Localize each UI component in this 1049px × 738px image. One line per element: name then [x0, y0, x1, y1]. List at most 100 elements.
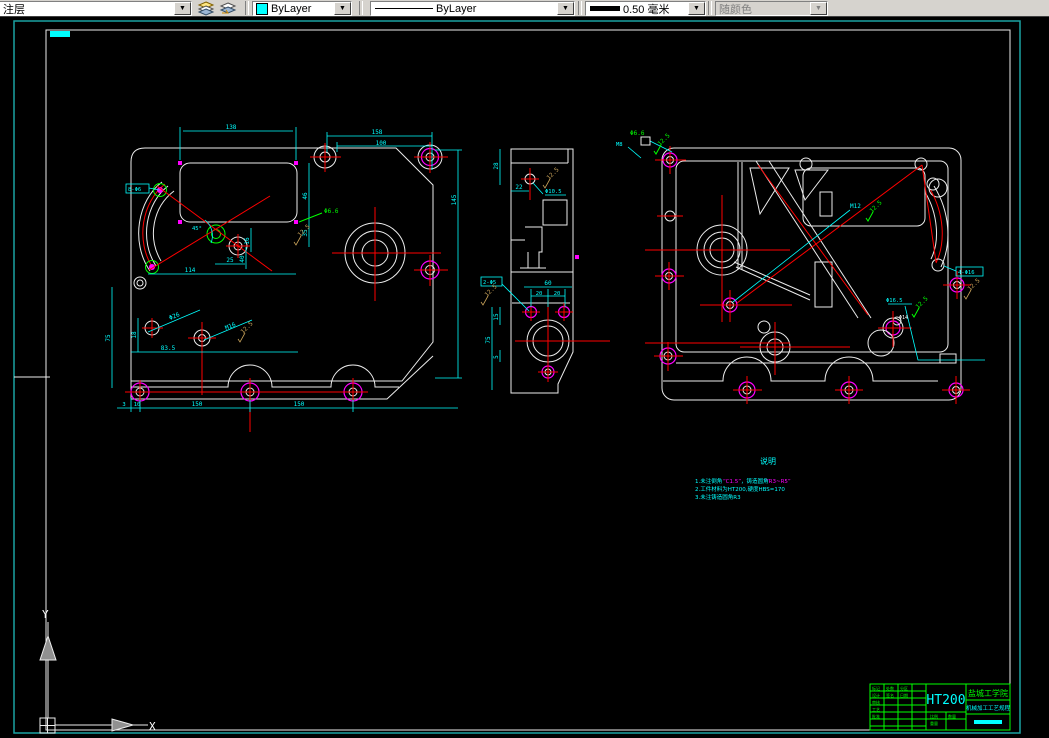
field-label: 比例 — [930, 713, 938, 719]
leader-label: Φ16.5 — [886, 298, 903, 304]
dim-label: 46 — [302, 192, 309, 200]
lineweight-combo[interactable]: 0.50 毫米 ▼ — [585, 1, 706, 16]
toolbar-separator — [245, 1, 249, 15]
color-combo-value: ByLayer — [271, 2, 312, 15]
toolbar-separator — [359, 1, 363, 15]
field-label: 批准 — [872, 713, 880, 719]
chevron-down-icon[interactable]: ▼ — [174, 2, 191, 15]
field-label: 设计 — [872, 692, 880, 698]
dim-label: 60 — [544, 280, 552, 287]
front-view: 138 158 100 46 35 145 16 40 25 114 83.5 … — [105, 124, 462, 432]
field-label: 日期 — [900, 692, 908, 698]
dim-label: 22 — [515, 184, 523, 191]
dim-label: 25 — [226, 257, 234, 264]
layer-combo-value: 注层 — [3, 3, 25, 16]
note-line1-a: 1.未注倒角 — [695, 477, 722, 485]
dim-label: 28 — [493, 162, 500, 170]
hole-label: Φ6.6 — [630, 130, 645, 137]
field-label: 标记 — [872, 685, 880, 691]
linetype-combo[interactable]: ByLayer ▼ — [370, 1, 575, 16]
front-opening — [179, 162, 298, 223]
boxed-label: 8-Φ6 — [128, 187, 141, 193]
leader-label: M16 — [224, 321, 237, 332]
field-label: 处数 — [886, 685, 894, 691]
dim-label: 15 — [493, 313, 500, 321]
title-block: HT200 盐城工学院 机械加工工艺规程 标记 处数 分区 设计 签名 日期 审… — [869, 683, 1011, 731]
roughness-label: 12.5 — [868, 199, 883, 214]
hole-label: Φ14 — [899, 315, 908, 321]
roughness-label: 12.5 — [966, 277, 981, 292]
chevron-down-icon: ▼ — [810, 2, 827, 15]
hole-label: Φ10.5 — [545, 189, 562, 195]
plotstyle-combo-value: 随颜色 — [719, 3, 752, 16]
dim-label: 40 — [239, 255, 246, 263]
toolbar-separator — [578, 1, 582, 15]
section-view: 28 22 Φ10.5 12.5 2-Φ5 12.5 60 20 20 15 7… — [480, 148, 610, 394]
field-label: 重量 — [930, 720, 938, 726]
layers-icon — [197, 1, 215, 16]
hole-label: Φ6.6 — [324, 208, 339, 215]
ucs-x-label: X — [149, 720, 156, 733]
lineweight-swatch — [590, 6, 620, 11]
color-swatch — [256, 2, 268, 15]
dim-label: 3 — [122, 402, 125, 408]
dim-label: 20 — [536, 291, 543, 297]
roughness-label: 12.5 — [239, 320, 254, 335]
centerlines — [125, 142, 448, 432]
hole-label: M8 — [616, 142, 623, 148]
ucs-y-label: Y — [42, 608, 49, 621]
linetype-combo-value: ByLayer — [436, 2, 477, 15]
dim-label: 20 — [554, 291, 561, 297]
boxed-label: 4-Φ16 — [958, 270, 975, 276]
lineweight-combo-value: 0.50 毫米 — [623, 3, 670, 16]
dim-label: 150 — [294, 401, 305, 408]
dim-label: 75 — [485, 336, 492, 344]
dim-label: 138 — [226, 124, 237, 131]
color-combo[interactable]: ByLayer ▼ — [252, 1, 352, 16]
dim-label: 75 — [105, 334, 112, 342]
make-layer-current-button[interactable] — [196, 0, 216, 16]
back-view: 12.5 Φ6.6 M8 M12 12.5 4-Φ16 12.5 Φ16.5 1… — [616, 130, 985, 404]
dim-label: 10 — [134, 402, 141, 408]
title-block-bar — [974, 720, 1002, 724]
material-label: HT200 — [926, 693, 965, 708]
dim-label: 145 — [451, 194, 458, 205]
field-label: 分区 — [900, 685, 908, 691]
document-title: 机械加工工艺规程 — [966, 704, 1011, 712]
dimension-lines — [111, 127, 462, 412]
dim-label: 100 — [376, 140, 387, 147]
dim-label: 83.5 — [161, 345, 176, 352]
dim-label: 18 — [131, 331, 138, 339]
leader-label: Φ26 — [168, 311, 181, 322]
drawing-canvas[interactable]: Y X 138 158 100 46 35 145 16 40 25 114 8… — [0, 17, 1049, 738]
layer-previous-button[interactable] — [218, 0, 238, 16]
chevron-down-icon[interactable]: ▼ — [557, 2, 574, 15]
frame-corner-mark — [50, 31, 70, 37]
organization-label: 盐城工学院 — [968, 688, 1008, 698]
chevron-down-icon[interactable]: ▼ — [688, 2, 705, 15]
note-line3: 3.未注铸造圆角R3 — [695, 493, 741, 501]
field-label: 审核 — [872, 699, 880, 705]
ucs-icon: Y X — [39, 608, 156, 734]
plotstyle-combo: 随颜色 ▼ — [715, 1, 828, 16]
field-label: 工艺 — [872, 707, 880, 712]
dim-label: 114 — [185, 267, 196, 274]
toolbar-separator — [708, 1, 712, 15]
chevron-down-icon[interactable]: ▼ — [334, 2, 351, 15]
properties-toolbar: 注层 ▼ ByLayer ▼ ByLayer ▼ 0.50 毫米 ▼ 随颜色 ▼ — [0, 0, 1049, 17]
layers-back-icon — [219, 2, 237, 14]
notes-block: 说明 1.未注倒角 “C1.5” ，铸造圆角 “R3~R5” 2.工件材料为HT… — [695, 456, 791, 501]
angle-label: 45° — [192, 226, 202, 232]
field-label: 数量 — [948, 713, 956, 719]
notes-title: 说明 — [760, 456, 776, 466]
linetype-swatch — [375, 8, 433, 9]
note-line1-d: “R3~R5” — [766, 479, 791, 485]
layer-combo[interactable]: 注层 ▼ — [0, 1, 192, 16]
note-line1-b: “C1.5” — [723, 479, 741, 485]
field-label: 签名 — [886, 692, 894, 698]
dim-label: 158 — [372, 129, 383, 136]
roughness-label: 12.5 — [656, 132, 671, 147]
dim-label: 5 — [493, 355, 500, 359]
leader-label: M12 — [850, 203, 861, 210]
roughness-label: 12.5 — [914, 295, 929, 310]
